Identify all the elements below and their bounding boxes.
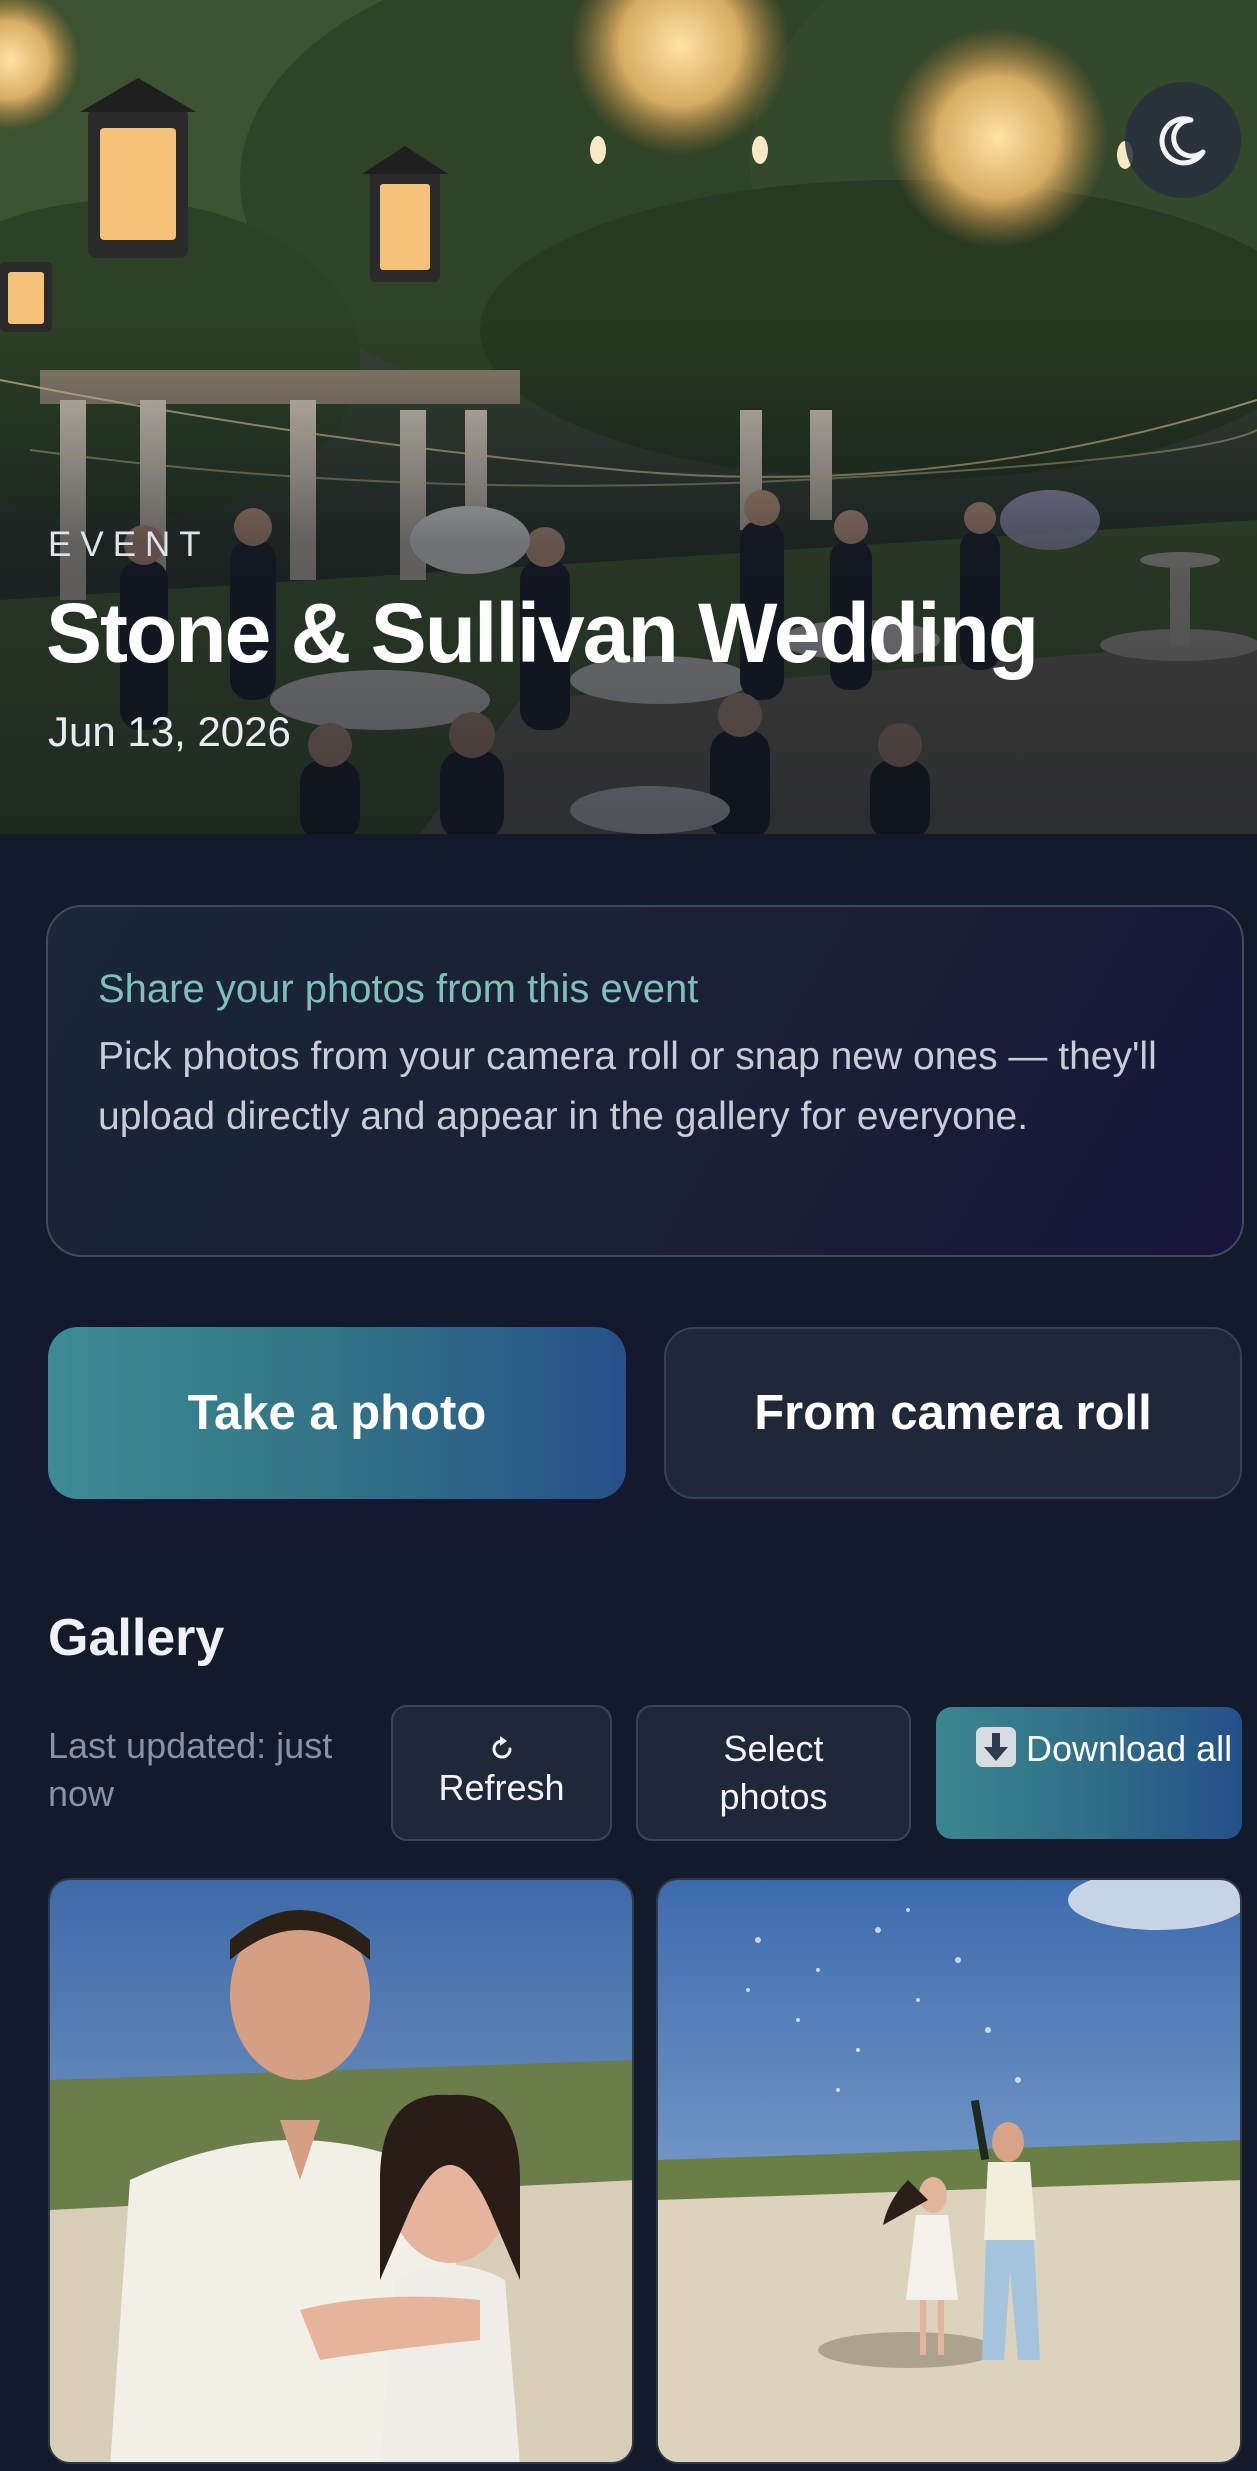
select-photos-button[interactable]: Select photos: [636, 1705, 911, 1841]
share-info-card: Share your photos from this event Pick p…: [46, 905, 1244, 1257]
couple-ring-photo: [50, 1880, 632, 2462]
event-hero: EVENT Stone & Sullivan Wedding Jun 13, 2…: [0, 0, 1257, 834]
last-updated-text: Last updated: just now: [48, 1725, 333, 1814]
beach-champagne-photo: [658, 1880, 1240, 2462]
moon-icon: [1159, 116, 1206, 166]
event-date: Jun 13, 2026: [48, 708, 291, 755]
gallery-heading: Gallery: [48, 1609, 225, 1667]
event-title: Stone & Sullivan Wedding: [46, 586, 1039, 680]
download-all-label: Download all: [1026, 1728, 1233, 1769]
download-icon: [976, 1727, 1016, 1767]
theme-toggle-button[interactable]: [1125, 82, 1241, 198]
refresh-label: Refresh: [438, 1767, 565, 1808]
select-photos-label: Select photos: [719, 1728, 828, 1817]
gallery-photo[interactable]: [48, 1878, 634, 2464]
download-all-button[interactable]: Download all: [936, 1707, 1242, 1839]
camera-roll-button[interactable]: From camera roll: [664, 1327, 1242, 1499]
refresh-button[interactable]: Refresh: [391, 1705, 612, 1841]
share-card-title: Share your photos from this event: [98, 967, 699, 1011]
gallery-photo[interactable]: [656, 1878, 1242, 2464]
share-card-body: Pick photos from your camera roll or sna…: [98, 1035, 1157, 1138]
take-photo-button[interactable]: Take a photo: [48, 1327, 626, 1499]
refresh-icon: [492, 1736, 511, 1759]
event-eyebrow: EVENT: [48, 525, 210, 564]
